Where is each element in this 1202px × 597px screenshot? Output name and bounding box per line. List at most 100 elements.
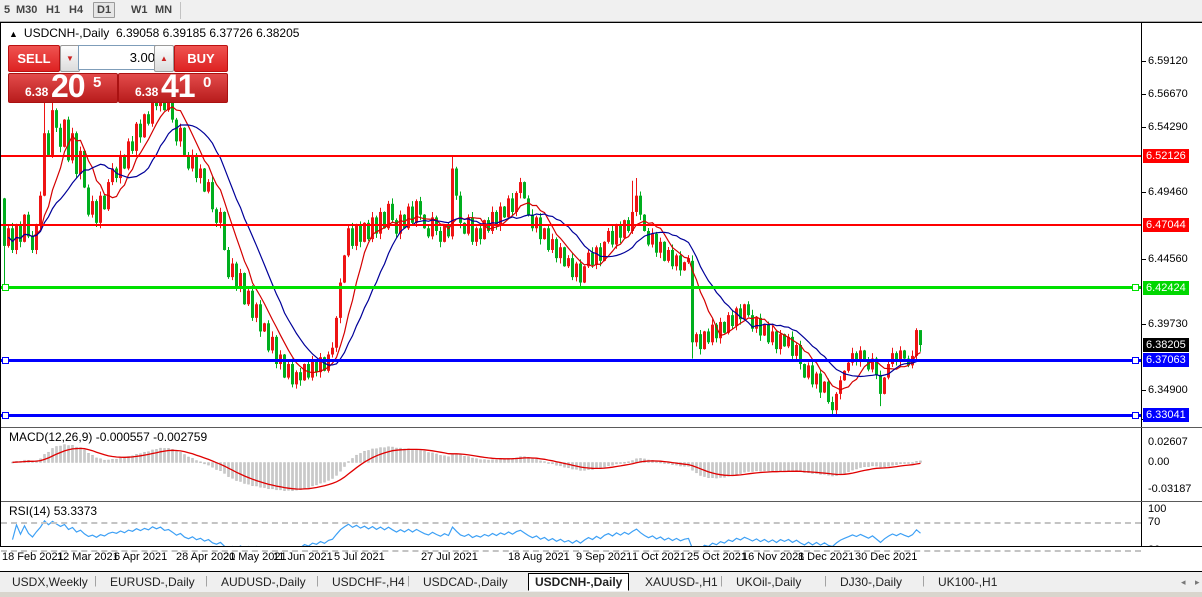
timeframe-button-d1[interactable]: D1: [93, 2, 116, 18]
line-handle[interactable]: [1132, 284, 1139, 292]
rsi-level-dashed-line: [1, 522, 1141, 524]
price-tick-label: 6.44560: [1148, 252, 1188, 265]
tab-separator: |: [94, 575, 97, 587]
tab-separator: |: [407, 575, 410, 587]
chart-title: ▲ USDCNH-,Daily 6.39058 6.39185 6.37726 6…: [9, 26, 299, 40]
timeframe-button-m30[interactable]: M30: [13, 3, 40, 17]
chart-tab-ukoil-daily[interactable]: UKOil-,Daily: [730, 574, 807, 590]
buy-price-point: 0: [203, 74, 212, 91]
trading-platform-window: 5 M30 H1 H4 D1 W1 MN ▲ USDCNH-,Daily 6.39058 6.…: [0, 0, 1202, 597]
chart-tab-usdcad-daily[interactable]: USDCAD-,Daily: [417, 574, 514, 590]
chart-tab-bar: USDX,Weekly | EURUSD-,Daily | AUDUSD-,Daily |…: [0, 571, 1202, 592]
line-handle[interactable]: [2, 411, 9, 419]
price-tick-label: 6.54290: [1148, 120, 1188, 133]
horizontal-line-6.47044[interactable]: [1, 223, 1141, 226]
rsi-level-dashed-line: [1, 550, 1141, 552]
line-price-badge: 6.42424: [1143, 280, 1189, 295]
macd-axis-label: 0.00: [1148, 456, 1170, 468]
current-price-badge: 6.38205: [1143, 337, 1189, 352]
rsi-axis-label: 70: [1148, 516, 1161, 528]
price-tick-mark: [1142, 324, 1146, 326]
horizontal-line-6.33041[interactable]: [1, 413, 1141, 417]
buy-price-base: 6.38: [135, 85, 159, 99]
timeframe-button-mn[interactable]: MN: [152, 3, 175, 17]
rsi-indicator-label: RSI(14) 53.3373: [9, 504, 98, 518]
timeframe-button-w1[interactable]: W1: [128, 3, 151, 17]
line-price-badge: 6.47044: [1143, 217, 1189, 232]
price-tick-mark: [1142, 126, 1146, 128]
chart-tab-usdx-weekly[interactable]: USDX,Weekly: [6, 574, 94, 590]
price-tick-label: 6.34900: [1148, 383, 1188, 396]
horizontal-line-6.37063[interactable]: [1, 358, 1141, 362]
sell-price-pips: 20: [51, 68, 86, 104]
price-tick-mark: [1142, 192, 1146, 194]
horizontal-line-6.42424[interactable]: [1, 286, 1141, 290]
timeframe-button-h1[interactable]: H1: [43, 3, 63, 17]
date-label: 25 Oct 2021: [687, 551, 747, 563]
date-label: 12 Mar 2021: [57, 551, 119, 563]
chart-tab-xauusd-h1[interactable]: XAUUSD-,H1: [639, 574, 724, 590]
chart-tab-audusd-daily[interactable]: AUDUSD-,Daily: [215, 574, 312, 590]
macd-indicator-label: MACD(12,26,9) -0.000557 -0.002759: [9, 430, 208, 444]
tab-scroll-right-icon[interactable]: ▸: [1195, 578, 1200, 587]
chart-tab-usdcnh-daily[interactable]: USDCNH-,Daily: [528, 573, 630, 591]
macd-axis-label: 0.02607: [1148, 436, 1188, 448]
tab-separator: |: [720, 575, 723, 587]
price-tick-label: 6.39730: [1148, 318, 1188, 331]
sell-price-point: 5: [93, 74, 102, 91]
chart-tab-eurusd-daily[interactable]: EURUSD-,Daily: [104, 574, 201, 590]
price-tick-label: 6.59120: [1148, 55, 1188, 67]
date-label: 5 Jul 2021: [334, 551, 385, 563]
buy-price-pips: 41: [161, 68, 196, 104]
chart-tab-usdchf-h4[interactable]: USDCHF-,H4: [326, 574, 411, 590]
volume-input[interactable]: [78, 45, 162, 70]
date-label: 8 Dec 2021: [798, 551, 855, 563]
price-tick-label: 6.56670: [1148, 88, 1188, 101]
date-label: 18 Feb 2021: [2, 551, 64, 563]
line-price-badge: 6.33041: [1143, 408, 1189, 423]
date-label: 16 Nov 2021: [742, 551, 805, 563]
date-label: 1 Oct 2021: [632, 551, 686, 563]
one-click-trade-panel: SELL ▼ ▲ BUY 6.38 20 5 6.38 41 0: [8, 45, 228, 123]
line-handle[interactable]: [1132, 356, 1139, 364]
timeframe-toolbar: 5 M30 H1 H4 D1 W1 MN: [0, 0, 1202, 22]
chart-tab-uk100-h1[interactable]: UK100-,H1: [932, 574, 1003, 590]
date-label: 11 Jun 2021: [273, 551, 333, 563]
date-label: 9 Sep 2021: [576, 551, 633, 563]
time-axis-separator: [0, 546, 1202, 547]
price-axis[interactable]: 6.59120 6.56670 6.54290 6.49460 6.44560 6.397…: [1141, 23, 1202, 569]
date-label: 30 Dec 2021: [855, 551, 918, 563]
tab-scroll-left-icon[interactable]: ◂: [1181, 578, 1186, 587]
tab-separator: |: [824, 575, 827, 587]
date-label: 18 Aug 2021: [508, 551, 570, 563]
rsi-panel-separator[interactable]: [1, 501, 1202, 502]
line-price-badge: 6.52126: [1143, 148, 1189, 163]
line-handle[interactable]: [2, 356, 9, 364]
timeframe-button-h4[interactable]: H4: [66, 3, 86, 17]
macd-panel-separator[interactable]: [1, 427, 1202, 428]
price-tick-label: 6.49460: [1148, 186, 1188, 199]
chart-tab-dj30-daily[interactable]: DJ30-,Daily: [834, 574, 908, 590]
bottom-strip: [0, 592, 1202, 597]
toolbar-separator: [180, 2, 181, 19]
price-tick-mark: [1142, 258, 1146, 260]
line-handle[interactable]: [1132, 411, 1139, 419]
price-tick-mark: [1142, 389, 1146, 391]
price-tick-mark: [1142, 61, 1146, 62]
buy-price-panel[interactable]: 6.38 41 0: [118, 68, 228, 104]
date-label: 6 Apr 2021: [114, 551, 168, 563]
sell-price-base: 6.38: [25, 85, 49, 99]
chart-window: ▲ USDCNH-,Daily 6.39058 6.39185 6.37726 6…: [0, 22, 1202, 569]
macd-axis-label: -0.03187: [1148, 483, 1192, 495]
chart-symbol-label: USDCNH-,Daily: [23, 26, 110, 40]
line-price-badge: 6.37063: [1143, 353, 1189, 368]
timeframe-button-5[interactable]: 5: [1, 3, 13, 17]
line-handle[interactable]: [2, 284, 9, 292]
tab-separator: |: [922, 575, 925, 587]
horizontal-line-6.52126[interactable]: [1, 154, 1141, 157]
rsi-axis-label: 100: [1148, 503, 1167, 515]
sell-price-panel[interactable]: 6.38 20 5: [8, 68, 118, 104]
date-label: 27 Jul 2021: [421, 551, 478, 563]
chart-ohlc-values: 6.39058 6.39185 6.37726 6.38205: [115, 26, 300, 40]
collapse-icon[interactable]: ▲: [9, 29, 18, 39]
